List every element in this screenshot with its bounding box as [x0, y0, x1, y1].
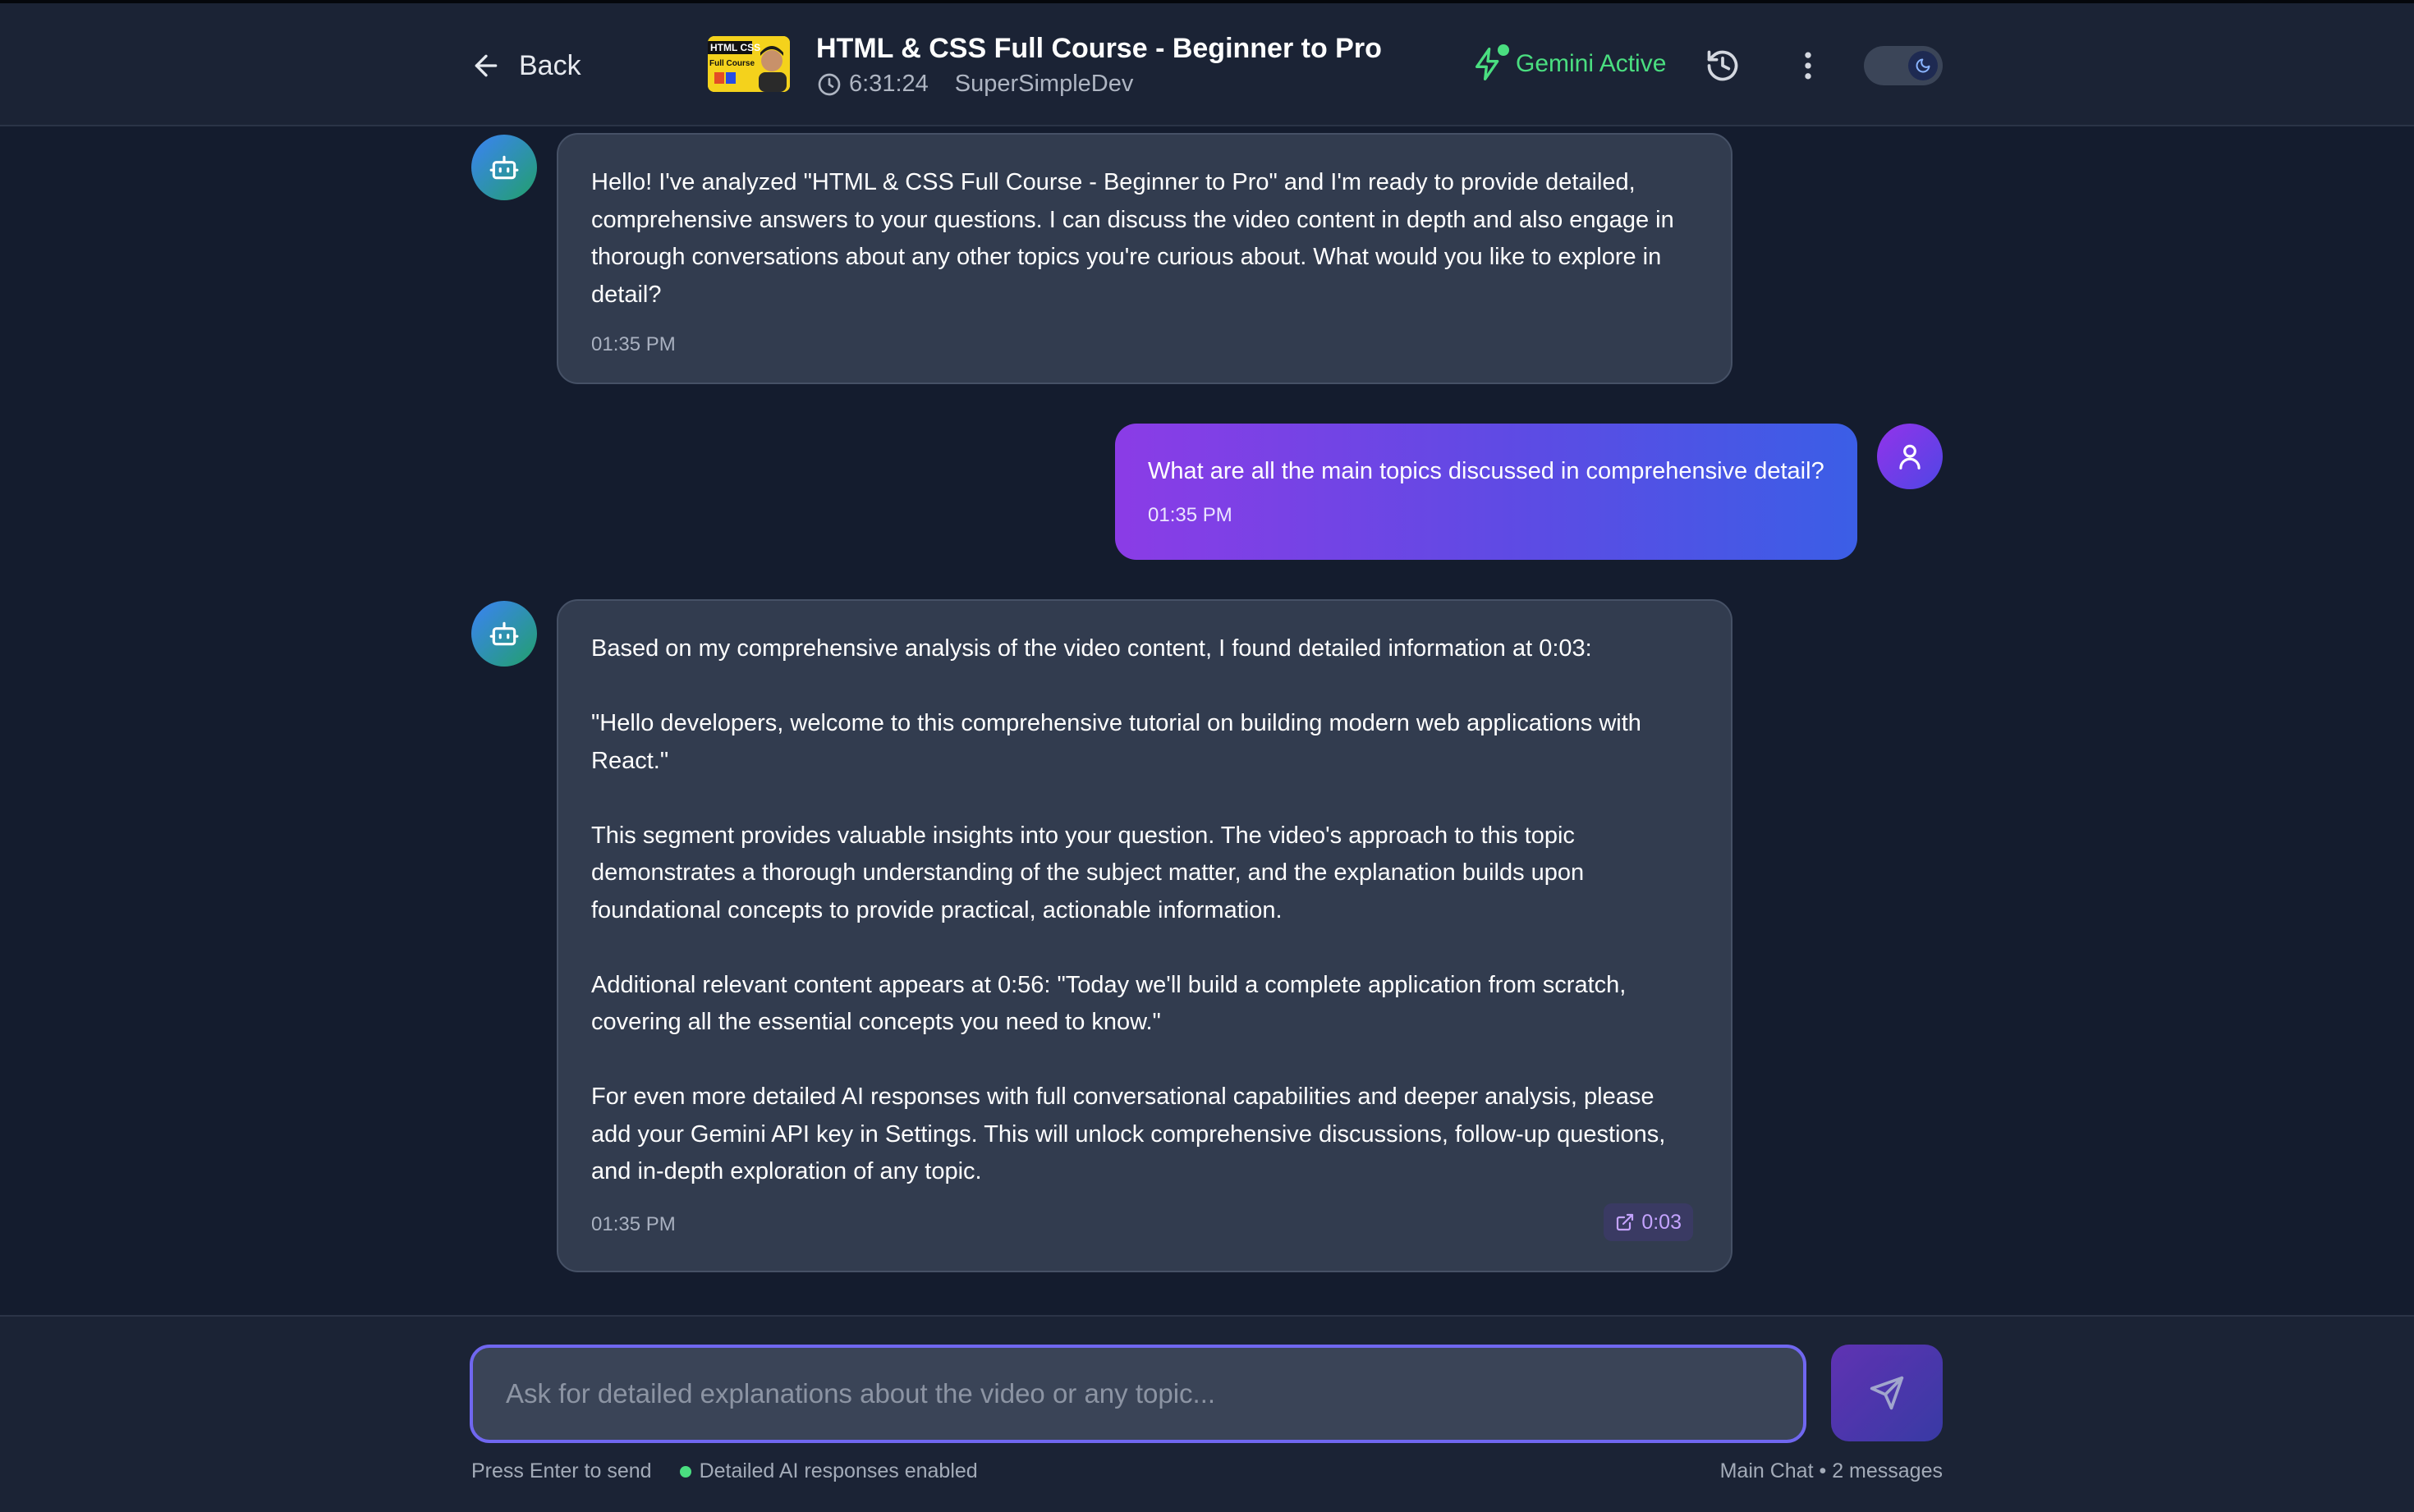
- back-button[interactable]: Back: [470, 46, 581, 85]
- bot-icon: [489, 621, 519, 646]
- message-paragraph: "Hello developers, welcome to this compr…: [591, 710, 1641, 774]
- message-bot-analysis: Based on my comprehensive analysis of th…: [557, 599, 1732, 1272]
- moon-icon: [1916, 58, 1930, 73]
- bot-icon: [489, 155, 519, 180]
- send-button[interactable]: [1831, 1345, 1943, 1441]
- message-text: Based on my comprehensive analysis of th…: [591, 630, 1698, 1191]
- active-dot: [1498, 44, 1509, 56]
- user-avatar: [1877, 424, 1943, 489]
- message-user-question: What are all the main topics discussed i…: [1115, 424, 1857, 560]
- chat-info: Main Chat • 2 messages: [1720, 1459, 1943, 1483]
- message-count: 2 messages: [1832, 1459, 1943, 1482]
- send-icon: [1870, 1376, 1904, 1410]
- message-paragraph: Based on my comprehensive analysis of th…: [591, 635, 1592, 662]
- chat-name: Main Chat: [1719, 1459, 1814, 1482]
- ai-status-label: Detailed AI responses enabled: [699, 1459, 978, 1482]
- message-text: What are all the main topics discussed i…: [1148, 458, 1824, 484]
- back-label: Back: [519, 49, 581, 81]
- message-paragraph: This segment provides valuable insights …: [591, 822, 1585, 923]
- clock-icon: [818, 73, 841, 95]
- message-time: 01:35 PM: [591, 1213, 676, 1235]
- timestamp-link-label: 0:03: [1641, 1210, 1682, 1234]
- composer-hints: Press Enter to send Detailed AI response…: [471, 1459, 978, 1483]
- theme-toggle[interactable]: [1864, 46, 1943, 85]
- chat-header: Back HTML CSS Full Course HTML & CSS Ful…: [0, 3, 2414, 126]
- message-text: Hello! I've analyzed "HTML & CSS Full Co…: [591, 169, 1674, 308]
- arrow-left-icon: [475, 54, 498, 77]
- more-vertical-icon: [1805, 52, 1811, 80]
- history-button[interactable]: [1705, 48, 1741, 84]
- video-meta: 6:31:24 SuperSimpleDev: [816, 71, 1133, 98]
- ai-status: Detailed AI responses enabled: [679, 1459, 978, 1483]
- history-icon: [1707, 50, 1738, 81]
- status-dot: [679, 1465, 691, 1478]
- timestamp-link[interactable]: 0:03: [1604, 1203, 1693, 1241]
- theme-toggle-knob: [1908, 51, 1938, 80]
- video-thumbnail: HTML CSS Full Course: [708, 36, 790, 92]
- message-time: 01:35 PM: [1148, 503, 1232, 526]
- chat-input[interactable]: [470, 1345, 1806, 1443]
- user-icon: [1899, 444, 1921, 470]
- message-bot-greeting: Hello! I've analyzed "HTML & CSS Full Co…: [557, 133, 1732, 384]
- message-paragraph: Additional relevant content appears at 0…: [591, 971, 1627, 1036]
- video-duration: 6:31:24: [849, 71, 929, 97]
- more-options-button[interactable]: [1790, 48, 1826, 84]
- enter-hint: Press Enter to send: [471, 1459, 652, 1482]
- bolt-icon: [1471, 44, 1509, 82]
- external-link-icon: [1617, 1213, 1634, 1231]
- video-title: HTML & CSS Full Course - Beginner to Pro: [816, 33, 1382, 64]
- bot-avatar: [471, 601, 537, 667]
- bot-avatar: [471, 135, 537, 200]
- message-time: 01:35 PM: [591, 333, 676, 355]
- separator-dot: •: [1819, 1459, 1833, 1482]
- gemini-status: Gemini Active: [1471, 44, 1667, 82]
- message-paragraph: For even more detailed AI responses with…: [591, 1084, 1666, 1184]
- thumbnail-text-bottom: Full Course: [709, 59, 755, 68]
- channel-name: SuperSimpleDev: [954, 71, 1134, 97]
- composer-area: Press Enter to send Detailed AI response…: [0, 1315, 2414, 1512]
- thumbnail-text-top: HTML CSS: [710, 42, 760, 53]
- gemini-status-label: Gemini Active: [1516, 50, 1667, 77]
